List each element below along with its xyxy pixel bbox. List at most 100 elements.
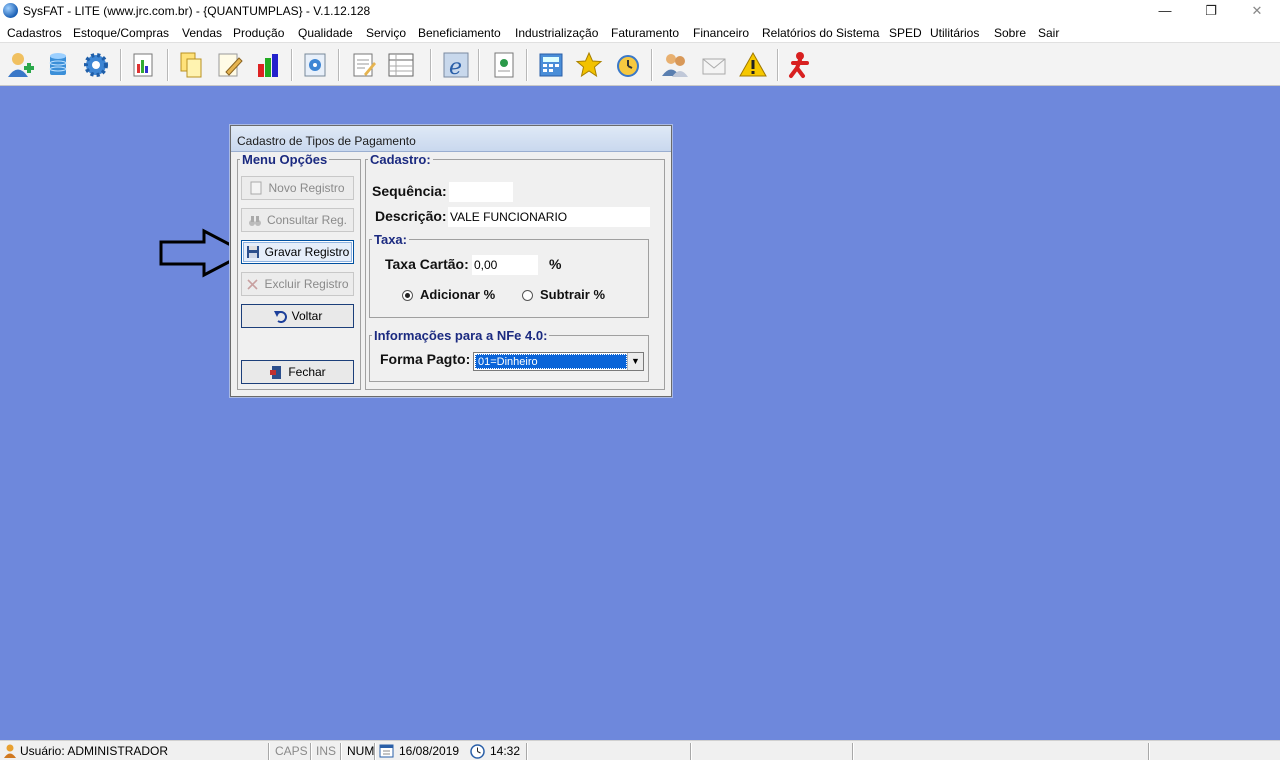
dialog-title-bar: Cadastro de Tipos de Pagamento bbox=[231, 126, 671, 152]
consultar-button[interactable]: Consultar Reg. bbox=[241, 208, 354, 232]
menu-estoque-compras[interactable]: Estoque/Compras bbox=[73, 26, 169, 40]
menu-industrializacao[interactable]: Industrialização bbox=[515, 26, 598, 40]
gear-icon[interactable] bbox=[80, 49, 112, 81]
status-user: Usuário: ADMINISTRADOR bbox=[20, 744, 169, 758]
exit-runner-icon[interactable] bbox=[784, 49, 816, 81]
exit-door-icon bbox=[270, 365, 282, 379]
descricao-label: Descrição: bbox=[375, 208, 447, 224]
toolbar-separator bbox=[651, 49, 653, 81]
status-date: 16/08/2019 bbox=[399, 744, 460, 758]
nfe-legend: Informações para a NFe 4.0: bbox=[374, 328, 548, 343]
chevron-down-icon[interactable]: ▼ bbox=[627, 353, 643, 370]
toolbar-separator bbox=[291, 49, 293, 81]
toolbar-separator bbox=[526, 49, 528, 81]
dialog-title: Cadastro de Tipos de Pagamento bbox=[237, 134, 416, 148]
menu-qualidade[interactable]: Qualidade bbox=[298, 26, 353, 40]
clock-icon bbox=[470, 744, 485, 759]
status-divider bbox=[340, 743, 342, 760]
app-icon bbox=[3, 3, 18, 18]
toolbar-separator bbox=[167, 49, 169, 81]
menu-vendas[interactable]: Vendas bbox=[182, 26, 222, 40]
status-divider bbox=[526, 743, 528, 760]
excluir-registro-button[interactable]: Excluir Registro bbox=[241, 272, 354, 296]
report-icon[interactable] bbox=[488, 49, 520, 81]
calculator-icon[interactable] bbox=[535, 49, 567, 81]
database-icon[interactable] bbox=[42, 49, 74, 81]
novo-registro-button[interactable]: Novo Registro bbox=[241, 176, 354, 200]
status-divider bbox=[310, 743, 312, 760]
undo-arrow-icon bbox=[273, 311, 287, 323]
status-num: NUM bbox=[347, 744, 375, 758]
bar-chart-icon[interactable] bbox=[252, 49, 284, 81]
subtrair-radio[interactable] bbox=[522, 290, 533, 301]
gravar-registro-button[interactable]: Gravar Registro bbox=[241, 240, 354, 264]
menu-sobre[interactable]: Sobre bbox=[994, 26, 1026, 40]
alarm-clock-icon[interactable] bbox=[612, 49, 644, 81]
copy-icon[interactable] bbox=[175, 49, 207, 81]
menu-beneficiamento[interactable]: Beneficiamento bbox=[418, 26, 501, 40]
status-caps: CAPS bbox=[275, 744, 308, 758]
forma-pagto-value: 01=Dinheiro bbox=[475, 354, 627, 369]
percent-label: % bbox=[549, 256, 562, 272]
settings-doc-icon[interactable] bbox=[299, 49, 331, 81]
menu-utilitarios[interactable]: Utilitários bbox=[930, 26, 979, 40]
menu-financeiro[interactable]: Financeiro bbox=[693, 26, 749, 40]
toolbar-separator bbox=[777, 49, 779, 81]
menu-sped[interactable]: SPED bbox=[889, 26, 922, 40]
svg-text:e: e bbox=[449, 55, 462, 80]
adicionar-radio[interactable] bbox=[402, 290, 413, 301]
menu-bar: Cadastros Estoque/Compras Vendas Produçã… bbox=[0, 22, 1280, 42]
sequencia-field[interactable] bbox=[449, 182, 513, 202]
minimize-button[interactable]: — bbox=[1142, 0, 1188, 22]
toolbar-separator bbox=[338, 49, 340, 81]
mail-icon[interactable] bbox=[698, 49, 730, 81]
status-divider bbox=[268, 743, 270, 760]
gravar-registro-label: Gravar Registro bbox=[264, 245, 350, 259]
toolbar: e bbox=[0, 42, 1280, 86]
excluir-registro-label: Excluir Registro bbox=[264, 277, 349, 291]
users-icon[interactable] bbox=[659, 49, 691, 81]
voltar-label: Voltar bbox=[291, 309, 323, 323]
restore-button[interactable]: ❐ bbox=[1188, 0, 1234, 22]
adicionar-label[interactable]: Adicionar % bbox=[420, 287, 495, 302]
taxa-legend: Taxa: bbox=[374, 232, 407, 247]
taxa-cartao-label: Taxa Cartão: bbox=[385, 256, 469, 272]
menu-servico[interactable]: Serviço bbox=[366, 26, 406, 40]
toolbar-separator bbox=[478, 49, 480, 81]
status-divider bbox=[690, 743, 692, 760]
status-divider bbox=[374, 743, 376, 760]
fechar-button[interactable]: Fechar bbox=[241, 360, 354, 384]
title-bar: SysFAT - LITE (www.jrc.com.br) - {QUANTU… bbox=[0, 0, 1280, 22]
menu-sair[interactable]: Sair bbox=[1038, 26, 1059, 40]
taxa-cartao-field[interactable]: 0,00 bbox=[472, 255, 538, 275]
menu-producao[interactable]: Produção bbox=[233, 26, 284, 40]
forma-pagto-select[interactable]: 01=Dinheiro ▼ bbox=[473, 352, 644, 371]
taxa-group: Taxa: bbox=[369, 232, 649, 318]
status-ins: INS bbox=[316, 744, 337, 758]
edit-icon[interactable] bbox=[213, 49, 245, 81]
star-icon[interactable] bbox=[573, 49, 605, 81]
calendar-icon bbox=[379, 744, 394, 758]
subtrair-label[interactable]: Subtrair % bbox=[540, 287, 605, 302]
menu-faturamento[interactable]: Faturamento bbox=[611, 26, 679, 40]
voltar-button[interactable]: Voltar bbox=[241, 304, 354, 328]
status-divider bbox=[1148, 743, 1150, 760]
nfe-icon[interactable]: e bbox=[440, 49, 472, 81]
document-chart-icon[interactable] bbox=[127, 49, 159, 81]
warning-icon[interactable] bbox=[737, 49, 769, 81]
status-bar: Usuário: ADMINISTRADOR CAPS INS NUM 16/0… bbox=[0, 740, 1280, 760]
spreadsheet-icon[interactable] bbox=[385, 49, 417, 81]
notepad-icon[interactable] bbox=[347, 49, 379, 81]
menu-relatorios[interactable]: Relatórios do Sistema bbox=[762, 26, 879, 40]
menu-options-legend: Menu Opções bbox=[242, 152, 328, 167]
status-divider bbox=[852, 743, 854, 760]
new-document-icon bbox=[250, 181, 262, 195]
delete-x-icon bbox=[247, 278, 259, 290]
cadastro-legend: Cadastro: bbox=[370, 152, 431, 167]
menu-cadastros[interactable]: Cadastros bbox=[7, 26, 62, 40]
toolbar-separator bbox=[430, 49, 432, 81]
close-button[interactable]: ✕ bbox=[1234, 0, 1280, 22]
binoculars-icon bbox=[248, 215, 261, 226]
descricao-field[interactable]: VALE FUNCIONARIO bbox=[448, 207, 650, 227]
user-add-icon[interactable] bbox=[4, 49, 36, 81]
